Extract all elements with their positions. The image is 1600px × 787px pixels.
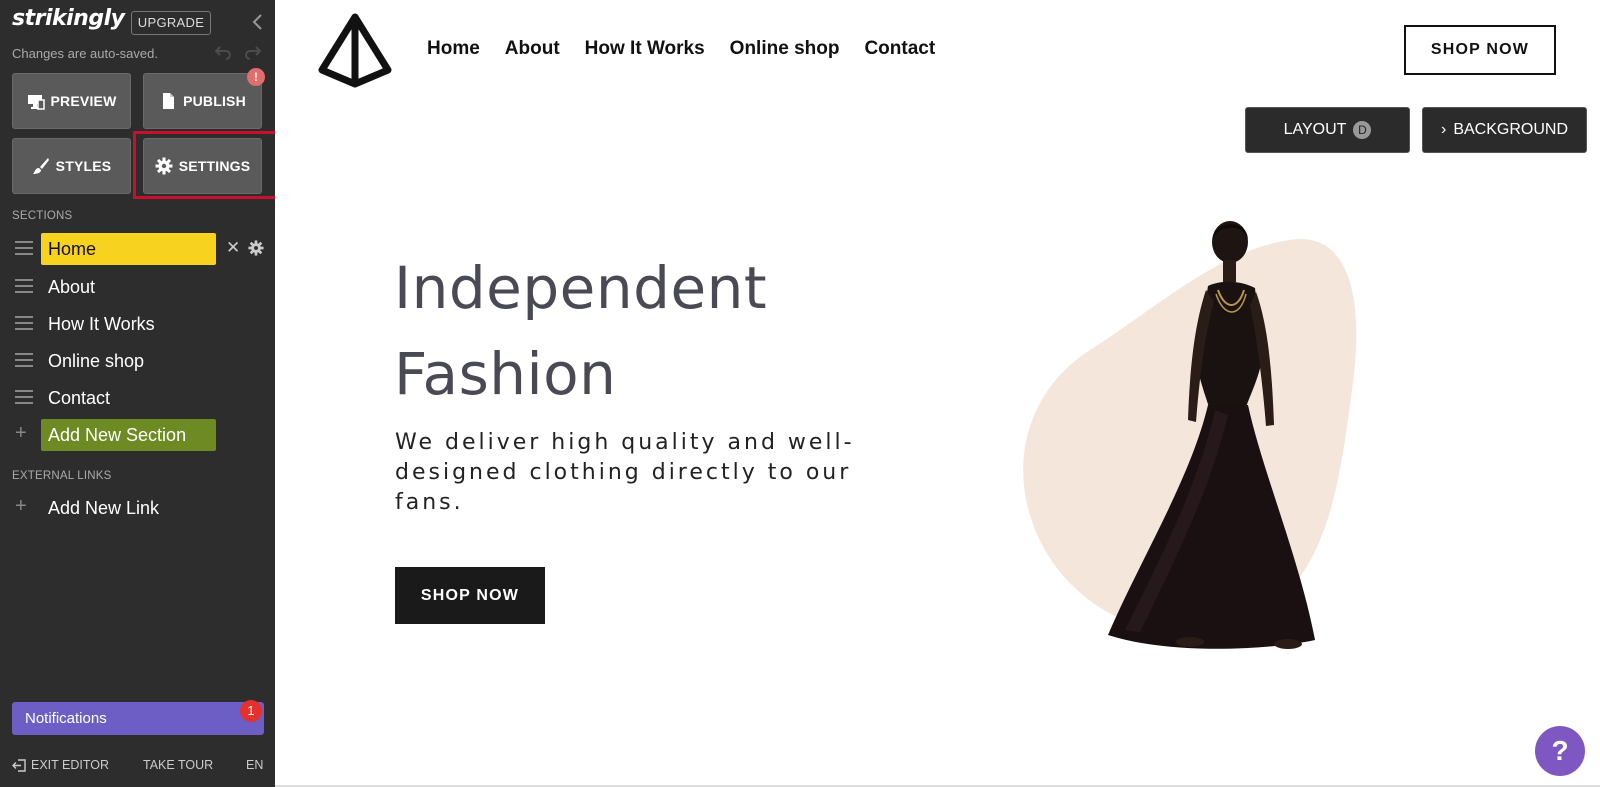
section-label: How It Works (48, 314, 155, 334)
add-section-label: Add New Section (48, 425, 187, 445)
section-item-about[interactable]: About (0, 270, 275, 304)
background-button[interactable]: › BACKGROUND (1422, 107, 1587, 153)
plus-icon: + (15, 422, 27, 444)
section-item-contact[interactable]: Contact (0, 381, 275, 415)
site-nav-about[interactable]: About (505, 38, 560, 60)
plus-icon: + (15, 495, 27, 517)
drag-handle-icon[interactable] (15, 279, 33, 293)
notifications-count-badge: 1 (240, 700, 262, 722)
section-label: Home (48, 239, 97, 259)
strikingly-logo: strikingly (12, 6, 125, 31)
upgrade-button[interactable]: UPGRADE (131, 11, 211, 35)
publish-alert-badge: ! (247, 68, 265, 86)
site-navigation: Home About How It Works Online shop Cont… (427, 38, 935, 60)
drag-handle-icon[interactable] (15, 390, 33, 404)
external-links-heading: EXTERNAL LINKS (12, 470, 112, 482)
section-label: Contact (48, 388, 111, 408)
site-nav-online-shop[interactable]: Online shop (730, 38, 840, 60)
hero-fashion-model-image[interactable] (1000, 210, 1420, 670)
add-new-section-button[interactable]: + Add New Section (0, 418, 275, 452)
header-shop-now-button[interactable]: SHOP NOW (1404, 25, 1556, 75)
hero-subtitle[interactable]: We deliver high quality and well-designe… (395, 428, 905, 518)
strikingly-editor: strikingly UPGRADE Changes are auto-save… (0, 0, 1600, 787)
section-label: Online shop (48, 351, 145, 371)
drag-handle-icon[interactable] (15, 316, 33, 330)
hero-title[interactable]: Independent Fashion (394, 245, 767, 417)
language-selector[interactable]: EN (246, 758, 263, 772)
layout-label: LAYOUT (1283, 121, 1347, 138)
publish-button[interactable]: PUBLISH ! (143, 68, 265, 129)
site-canvas: Home About How It Works Online shop Cont… (275, 0, 1600, 787)
monitor-icon (27, 95, 45, 110)
editor-sidebar: strikingly UPGRADE Changes are auto-save… (0, 0, 285, 787)
gear-icon (155, 157, 173, 175)
hero-title-line2: Fashion (394, 340, 617, 408)
exit-editor-label: EXIT EDITOR (31, 758, 110, 772)
help-button[interactable]: ? (1535, 726, 1585, 776)
settings-label: SETTINGS (178, 158, 251, 174)
section-item-how-it-works[interactable]: How It Works (0, 307, 275, 341)
background-label: BACKGROUND (1453, 121, 1568, 138)
chevron-left-icon[interactable] (250, 12, 266, 32)
undo-icon[interactable] (214, 44, 232, 60)
section-item-online-shop[interactable]: Online shop (0, 344, 275, 378)
autosave-status: Changes are auto-saved. (12, 46, 158, 61)
notifications-button[interactable]: Notifications (12, 702, 264, 735)
site-nav-how-it-works[interactable]: How It Works (585, 38, 705, 60)
settings-button[interactable]: SETTINGS (143, 138, 262, 194)
document-icon (163, 93, 175, 109)
layout-button[interactable]: LAYOUT D (1245, 107, 1410, 153)
exit-icon (12, 758, 26, 772)
site-nav-home[interactable]: Home (427, 38, 480, 60)
site-logo-icon[interactable] (317, 12, 393, 88)
paintbrush-icon (32, 158, 49, 174)
layout-variant-badge: D (1353, 121, 1372, 139)
publish-label: PUBLISH (183, 93, 246, 109)
redo-icon[interactable] (244, 44, 262, 60)
sections-heading: SECTIONS (12, 210, 73, 222)
exit-editor-link[interactable]: EXIT EDITOR (12, 758, 109, 772)
styles-label: STYLES (55, 158, 112, 174)
hero-shop-now-button[interactable]: SHOP NOW (395, 567, 545, 624)
gear-icon[interactable] (248, 240, 264, 256)
take-tour-link[interactable]: TAKE TOUR (143, 758, 213, 772)
preview-button[interactable]: PREVIEW (12, 73, 131, 129)
close-icon[interactable]: ✕ (226, 238, 240, 258)
drag-handle-icon[interactable] (15, 353, 33, 367)
hero-title-line1: Independent (394, 254, 768, 322)
add-link-label: Add New Link (48, 498, 160, 518)
drag-handle-icon[interactable] (15, 241, 33, 255)
section-item-home[interactable]: Home ✕ (0, 232, 275, 266)
preview-label: PREVIEW (50, 93, 117, 109)
section-label: About (48, 277, 96, 297)
site-nav-contact[interactable]: Contact (864, 38, 935, 60)
styles-button[interactable]: STYLES (12, 138, 131, 194)
add-new-link-button[interactable]: + Add New Link (0, 491, 275, 525)
chevron-right-icon: › (1440, 121, 1447, 138)
